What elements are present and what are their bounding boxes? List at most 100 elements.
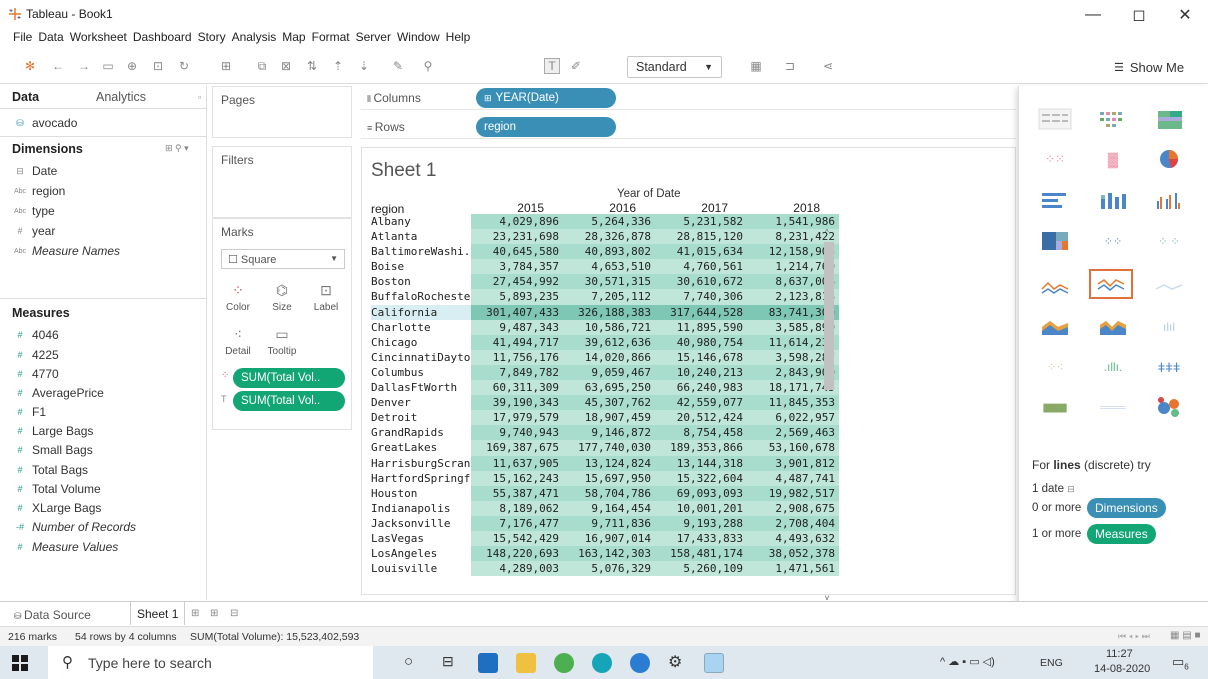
table-cell[interactable]: 10,240,213	[655, 365, 747, 380]
table-cell[interactable]: 7,205,112	[563, 289, 655, 304]
table-cell[interactable]: 58,704,786	[563, 486, 655, 501]
table-row[interactable]: Detroit 17,979,579 18,907,459 20,512,424 6,0…	[371, 410, 843, 426]
horizontal-bars-chart-icon[interactable]	[1033, 186, 1077, 216]
table-cell[interactable]: 41,015,634	[655, 244, 747, 259]
row-label[interactable]: Indianapolis	[371, 501, 471, 516]
table-cell[interactable]: 4,029,896	[471, 214, 563, 229]
undo-icon[interactable]: ←	[50, 58, 66, 74]
table-cell[interactable]: 45,307,762	[563, 395, 655, 410]
table-row[interactable]: GrandRapids 9,740,943 9,146,872 8,754,458 2,…	[371, 425, 843, 441]
filled-map-chart-icon[interactable]: ▓	[1091, 144, 1135, 174]
table-cell[interactable]: 14,020,866	[563, 350, 655, 365]
row-label[interactable]: Boston	[371, 274, 471, 289]
row-label[interactable]: Louisville	[371, 561, 471, 576]
edge-icon[interactable]	[592, 653, 612, 673]
collapse-pane-icon[interactable]: ▫	[198, 92, 201, 102]
table-cell[interactable]: 8,189,062	[471, 501, 563, 516]
table-cell[interactable]: 317,644,528	[655, 305, 747, 320]
view-toggle-icon[interactable]: ▦ ▤ ■	[1170, 630, 1201, 641]
label-pill[interactable]: SUM(Total Vol..	[233, 391, 345, 411]
table-cell[interactable]: 7,740,306	[655, 289, 747, 304]
share-icon[interactable]: ⋖	[820, 58, 836, 74]
treemap-chart-icon[interactable]	[1033, 226, 1077, 256]
table-cell[interactable]: 15,542,429	[471, 531, 563, 546]
scroll-up-icon[interactable]: ^	[825, 228, 829, 237]
table-row[interactable]: Boise 3,784,357 4,653,510 4,760,561 1,214,76…	[371, 259, 843, 275]
table-cell[interactable]: 20,512,424	[655, 410, 747, 425]
table-cell[interactable]: 16,907,014	[563, 531, 655, 546]
mark-type-dropdown[interactable]: ☐ Square ▼	[221, 249, 345, 269]
sort-asc-icon[interactable]: ⇡	[330, 58, 346, 74]
table-row[interactable]: Jacksonville 7,176,477 9,711,836 9,193,288 2…	[371, 515, 843, 531]
table-cell[interactable]: 5,893,235	[471, 289, 563, 304]
row-label[interactable]: Columbus	[371, 365, 471, 380]
row-label[interactable]: California	[371, 304, 471, 320]
table-cell[interactable]: 7,176,477	[471, 516, 563, 531]
box-whisker-chart-icon[interactable]: ǂǂǂ	[1147, 352, 1191, 382]
table-cell[interactable]: 9,740,943	[471, 425, 563, 440]
table-row[interactable]: HarrisburgScran..11,637,90513,124,82413,…	[371, 455, 843, 471]
table-row[interactable]: California 301,407,433 326,188,383 317,644,…	[371, 304, 843, 320]
table-cell[interactable]: 158,481,174	[655, 546, 747, 561]
year-header[interactable]: 2018	[740, 201, 820, 215]
table-cell[interactable]: 55,387,471	[471, 486, 563, 501]
taskbar-search[interactable]: ⚲ Type here to search	[48, 646, 373, 679]
maximize-button[interactable]: ◻	[1116, 0, 1162, 30]
scroll-thumb[interactable]	[824, 242, 834, 390]
table-cell[interactable]: 66,240,983	[655, 380, 747, 395]
histogram-chart-icon[interactable]: .ıllı.	[1091, 352, 1135, 382]
tableau-taskbar-icon[interactable]	[704, 653, 724, 673]
field-total-bags[interactable]: # Total Bags	[14, 463, 88, 477]
packed-bubbles-chart-icon[interactable]	[1147, 392, 1191, 422]
row-label[interactable]: LasVegas	[371, 531, 471, 546]
clear-sheet-icon[interactable]: ⊠	[278, 58, 294, 74]
detail-button[interactable]: ⁖ Detail	[217, 321, 259, 359]
columns-shelf[interactable]: ⦀ Columns ⊞ YEAR(Date)	[361, 86, 1016, 110]
table-row[interactable]: Atlanta 23,231,698 28,326,878 28,815,120 8,2…	[371, 229, 843, 245]
stacked-bars-chart-icon[interactable]	[1091, 186, 1135, 216]
highlight-icon[interactable]: ✎	[390, 58, 406, 74]
task-view-icon[interactable]: ⊟	[442, 653, 454, 670]
show-cards-icon[interactable]: ▦	[748, 58, 764, 74]
field-region[interactable]: Abc region	[14, 184, 65, 198]
close-button[interactable]: ✕	[1162, 0, 1208, 30]
symbol-map-chart-icon[interactable]: ⁘⁙	[1033, 144, 1077, 174]
table-cell[interactable]: 15,162,243	[471, 471, 563, 486]
table-cell[interactable]: 15,697,950	[563, 471, 655, 486]
columns-pill[interactable]: ⊞ YEAR(Date)	[476, 88, 616, 108]
tab-data-source[interactable]: ⛁ Data Source	[14, 608, 91, 622]
search-fields-icon[interactable]: ⊞ ⚲ ▾	[165, 143, 189, 154]
menu-story[interactable]: Story	[195, 28, 229, 48]
field-f1[interactable]: # F1	[14, 405, 46, 419]
menu-dashboard[interactable]: Dashboard	[130, 28, 195, 48]
table-cell[interactable]: 27,454,992	[471, 274, 563, 289]
bullet-graph-chart-icon[interactable]: ═══	[1091, 392, 1135, 422]
heat-map-chart-icon[interactable]	[1091, 104, 1135, 134]
table-cell[interactable]: 11,637,905	[471, 456, 563, 471]
field-4046[interactable]: #4046	[14, 328, 58, 342]
field-measure-values[interactable]: # Measure Values	[14, 540, 118, 554]
year-header[interactable]: 2017	[648, 201, 728, 215]
table-cell[interactable]: 4,289,003	[471, 561, 563, 576]
table-cell[interactable]: 18,907,459	[563, 410, 655, 425]
field-averageprice[interactable]: # AveragePrice	[14, 386, 103, 400]
minimize-button[interactable]: —	[1070, 0, 1116, 30]
table-cell[interactable]: 7,849,782	[471, 365, 563, 380]
table-cell[interactable]: 30,571,315	[563, 274, 655, 289]
table-cell[interactable]: 40,980,754	[655, 335, 747, 350]
table-cell[interactable]: 326,188,383	[563, 305, 655, 320]
table-row[interactable]: Columbus 7,849,782 9,059,467 10,240,213 2,84…	[371, 364, 843, 381]
table-cell[interactable]: 40,893,802	[563, 244, 655, 259]
field-4225[interactable]: #4225	[14, 348, 58, 362]
pages-card[interactable]: Pages	[212, 86, 352, 138]
table-row[interactable]: CincinnatiDayton 11,756,176 14,020,866 15,1…	[371, 349, 843, 365]
circle-views-chart-icon[interactable]: ⁘⁘	[1091, 226, 1135, 256]
rows-shelf[interactable]: ≡ Rows region	[361, 115, 1016, 139]
table-cell[interactable]: 11,895,590	[655, 320, 747, 335]
table-cell[interactable]: 39,612,636	[563, 335, 655, 350]
table-cell[interactable]: 42,559,077	[655, 395, 747, 410]
table-row[interactable]: LosAngeles 148,220,693 163,142,303 158,481,…	[371, 546, 843, 562]
row-label[interactable]: Houston	[371, 486, 471, 501]
menu-window[interactable]: Window	[394, 28, 443, 48]
line-continuous-chart-icon[interactable]	[1033, 272, 1077, 302]
